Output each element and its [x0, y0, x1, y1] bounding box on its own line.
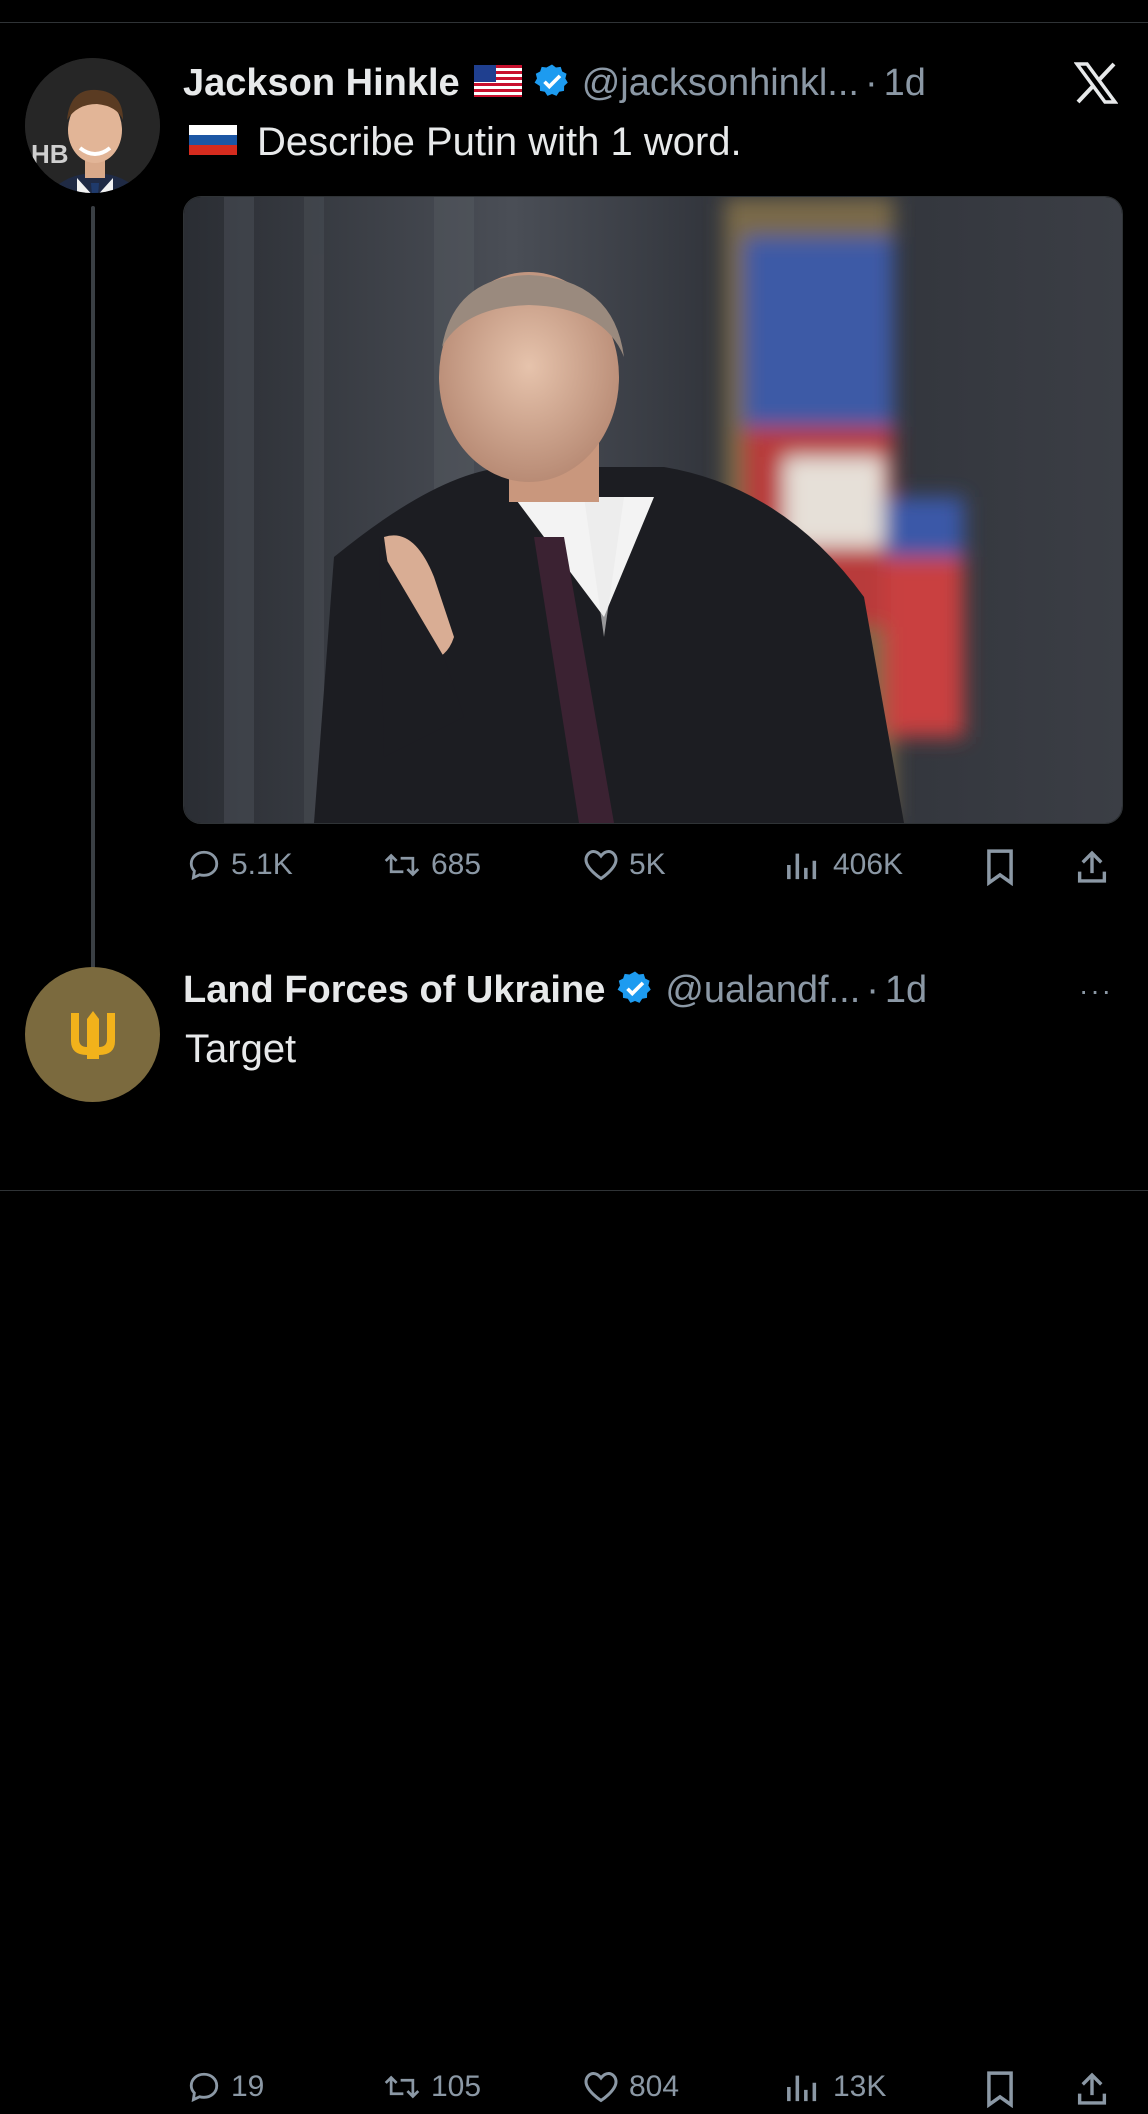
reply-icon [189, 850, 219, 881]
tweet-header: Jackson Hinkle @jacksonhinkl... · 1d [183, 58, 926, 108]
trident-icon [70, 1010, 115, 1059]
author-handle[interactable]: @jacksonhinkl... [582, 62, 859, 105]
timestamp[interactable]: 1d [884, 62, 926, 105]
x-logo-icon [1073, 62, 1119, 109]
views-button[interactable]: 406K [783, 848, 903, 882]
tweet-text: Describe Putin with 1 word. [183, 120, 742, 165]
russia-flag-icon [189, 120, 237, 165]
repost-count: 105 [431, 2070, 482, 2103]
avatar[interactable] [25, 967, 160, 1102]
repost-count: 685 [431, 848, 482, 881]
reply-count: 5.1K [231, 848, 293, 881]
repost-icon [384, 2075, 420, 2099]
bookmark-icon [987, 849, 1013, 886]
like-count: 804 [629, 2070, 680, 2103]
share-icon [1077, 850, 1107, 883]
timestamp[interactable]: 1d [885, 969, 927, 1012]
reply-count: 19 [231, 2070, 265, 2103]
verified-badge-icon [617, 970, 653, 1011]
author-name[interactable]: Land Forces of Ukraine [183, 969, 605, 1012]
like-icon [584, 849, 618, 881]
separator-dot: · [866, 968, 879, 1011]
repost-icon [384, 853, 420, 877]
view-count: 406K [833, 848, 904, 881]
top-divider [0, 22, 1148, 23]
separator-dot: · [864, 61, 878, 104]
views-icon [787, 853, 817, 880]
tweet-photo [184, 197, 1122, 823]
tweet-image[interactable] [183, 196, 1123, 824]
reply-icon [189, 2072, 219, 2103]
avatar-backdrop-text: HB [31, 139, 69, 169]
repost-button[interactable]: 685 [383, 848, 481, 882]
reply-button[interactable]: 5.1K [187, 848, 293, 882]
thread-connector [91, 206, 95, 1011]
view-count: 13K [833, 2070, 887, 2103]
views-icon [787, 2075, 817, 2102]
repost-button[interactable]: 105 [383, 2070, 481, 2104]
verified-badge-icon [534, 63, 570, 104]
bookmark-icon [987, 2071, 1013, 2108]
share-button[interactable] [1075, 2070, 1119, 2108]
like-button[interactable]: 5K [583, 848, 666, 882]
like-count: 5K [629, 848, 666, 881]
avatar-photo: HB [25, 58, 160, 193]
bottom-divider [0, 1190, 1148, 1191]
reply-button[interactable]: 19 [187, 2070, 264, 2104]
tweet-actions: 5.1K 685 5K 406K [183, 848, 1123, 892]
share-button[interactable] [1075, 848, 1119, 886]
author-handle[interactable]: @ualandf... [665, 969, 860, 1012]
us-flag-icon [473, 64, 522, 102]
more-options-button[interactable]: ··· [1079, 975, 1113, 1007]
tweet-actions: 19 105 804 13K [183, 2070, 1123, 2114]
author-name[interactable]: Jackson Hinkle [183, 62, 460, 105]
like-button[interactable]: 804 [583, 2070, 679, 2104]
views-button[interactable]: 13K [783, 2070, 886, 2104]
tweet-text: Target [185, 1027, 297, 1071]
share-icon [1077, 2072, 1107, 2105]
bookmark-button[interactable] [983, 848, 1027, 886]
like-icon [584, 2071, 618, 2103]
tweet-text-content: Describe Putin with 1 word. [257, 120, 742, 164]
tweet-header: Land Forces of Ukraine @ualandf... · 1d [183, 965, 927, 1015]
avatar[interactable]: HB [25, 58, 160, 193]
bookmark-button[interactable] [983, 2070, 1027, 2108]
